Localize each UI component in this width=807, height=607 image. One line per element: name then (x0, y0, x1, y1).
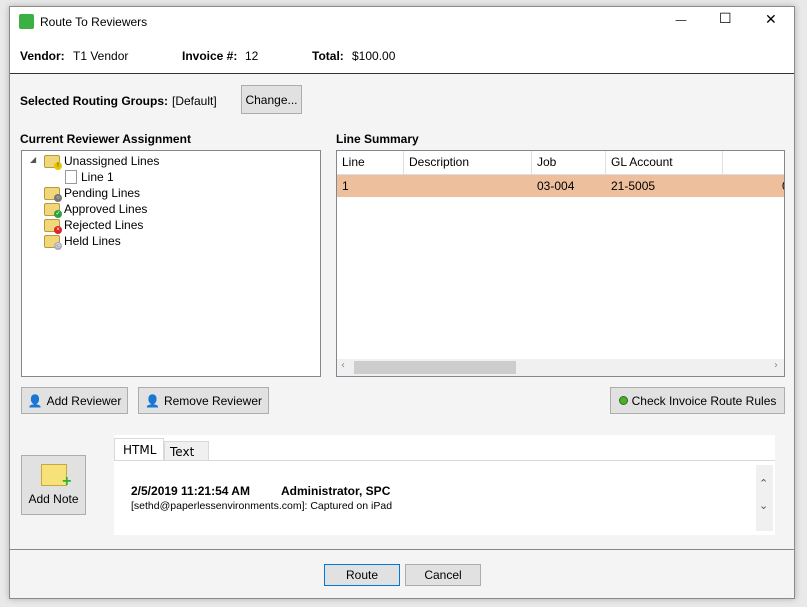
column-header-gl-account[interactable]: GL Account (606, 151, 723, 174)
vendor-value: T1 Vendor (73, 49, 129, 63)
cell-job: 03-004 (537, 179, 575, 193)
invoice-label: Invoice #: (182, 49, 238, 63)
notes-panel: HTML Text 2/5/2019 11:21:54 AM Administr… (114, 435, 775, 535)
title-bar: Route To Reviewers — ☐ ✕ (10, 7, 794, 37)
note-body: [sethd@paperlessenvironments.com]: Captu… (131, 500, 393, 512)
routing-groups-value: [Default] (172, 94, 217, 108)
total-value: $100.00 (352, 49, 396, 63)
cell-gl-account: 21-5005 (611, 179, 656, 193)
route-button[interactable]: Route (324, 564, 400, 586)
folder-check-icon: ✓ (44, 202, 62, 218)
app-icon (19, 14, 34, 29)
folder-warning-icon: ! (44, 154, 62, 170)
scroll-left-icon[interactable]: ‹ (341, 360, 345, 371)
folder-search-icon: ○ (44, 186, 62, 202)
tree-title: Current Reviewer Assignment (20, 132, 191, 146)
vendor-label: Vendor: (20, 49, 65, 63)
routing-groups-label: Selected Routing Groups: (20, 94, 169, 108)
notes-scrollbar[interactable]: ⌃ ⌄ (756, 465, 773, 531)
footer-divider (10, 549, 794, 550)
change-button[interactable]: Change... (241, 85, 302, 114)
column-header-job[interactable]: Job (532, 151, 606, 174)
grid-header: Line Description Job GL Account (337, 151, 784, 175)
scroll-right-icon[interactable]: › (774, 360, 778, 371)
tab-text[interactable]: Text (164, 441, 209, 461)
cell-description (404, 175, 409, 197)
line-summary-title: Line Summary (336, 132, 419, 146)
add-reviewer-button[interactable]: 👤 Add Reviewer (21, 387, 128, 414)
tree-item-pending[interactable]: ○ Pending Lines (44, 185, 140, 202)
minimize-button[interactable]: — (675, 13, 687, 27)
folder-clock-icon: ◷ (44, 234, 62, 250)
table-row[interactable]: 1 03-004 21-5005 0 (337, 175, 784, 197)
reviewer-tree[interactable]: ◢ ! Unassigned Lines Line 1 ○ Pending Line… (21, 150, 321, 377)
tree-item-held[interactable]: ◷ Held Lines (44, 233, 121, 250)
route-to-reviewers-window: Route To Reviewers — ☐ ✕ Vendor: T1 Vend… (9, 6, 795, 599)
invoice-header: Vendor: T1 Vendor Invoice #: 12 Total: $… (10, 37, 794, 74)
scroll-down-icon[interactable]: ⌄ (759, 499, 768, 512)
scrollbar-thumb[interactable] (354, 361, 516, 374)
cell-line: 1 (342, 179, 349, 193)
note-add-icon: + (40, 464, 72, 490)
scroll-up-icon[interactable]: ⌃ (759, 477, 768, 490)
tree-item-line-1[interactable]: Line 1 (65, 169, 114, 185)
window-title: Route To Reviewers (40, 15, 148, 29)
tree-item-rejected[interactable]: × Rejected Lines (44, 217, 143, 234)
green-status-icon (618, 396, 628, 405)
note-timestamp: 2/5/2019 11:21:54 AM (131, 484, 250, 498)
invoice-value: 12 (245, 49, 259, 63)
close-button[interactable]: ✕ (765, 12, 777, 28)
remove-reviewer-button[interactable]: 👤 Remove Reviewer (138, 387, 269, 414)
check-route-rules-button[interactable]: Check Invoice Route Rules (610, 387, 785, 414)
folder-reject-icon: × (44, 218, 62, 234)
tree-item-unassigned[interactable]: ! Unassigned Lines (44, 153, 159, 170)
horizontal-scrollbar[interactable]: ‹ › (337, 359, 784, 376)
add-user-icon: 👤 (27, 393, 43, 408)
maximize-button[interactable]: ☐ (719, 11, 732, 27)
note-author: Administrator, SPC (281, 484, 391, 498)
tree-item-approved[interactable]: ✓ Approved Lines (44, 201, 147, 218)
cancel-button[interactable]: Cancel (405, 564, 481, 586)
tab-divider (114, 460, 775, 461)
document-warning-icon (65, 170, 77, 184)
cell-extra: 0 (777, 175, 784, 197)
column-header-extra[interactable] (723, 151, 784, 174)
add-note-button[interactable]: + Add Note (21, 455, 86, 515)
remove-user-icon: 👤 (145, 393, 160, 408)
tab-html[interactable]: HTML (114, 438, 164, 461)
line-summary-grid[interactable]: Line Description Job GL Account 1 03-004… (336, 150, 785, 377)
total-label: Total: (312, 49, 344, 63)
column-header-line[interactable]: Line (337, 151, 404, 174)
collapse-arrow-icon[interactable]: ◢ (30, 155, 36, 164)
column-header-description[interactable]: Description (404, 151, 532, 174)
